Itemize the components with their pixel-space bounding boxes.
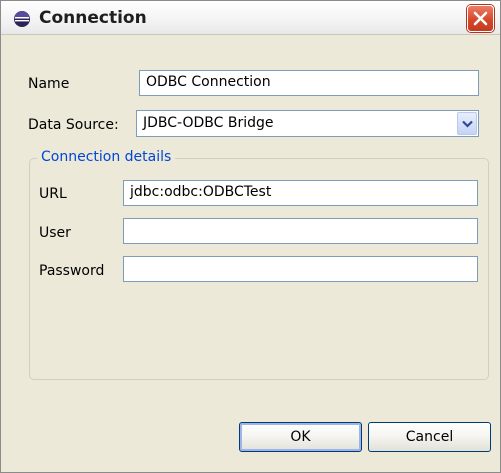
window-title: Connection bbox=[39, 8, 147, 28]
connection-dialog: Connection Name ODBC Connection Data Sou… bbox=[0, 0, 501, 473]
close-button[interactable] bbox=[467, 5, 494, 32]
datasource-value: JDBC-ODBC Bridge bbox=[143, 115, 274, 131]
datasource-label: Data Source: bbox=[28, 117, 119, 133]
ok-button[interactable]: OK bbox=[239, 422, 362, 452]
user-field[interactable] bbox=[123, 218, 478, 244]
cancel-button[interactable]: Cancel bbox=[368, 422, 491, 452]
dropdown-button[interactable] bbox=[457, 112, 477, 135]
name-field[interactable]: ODBC Connection bbox=[139, 70, 479, 96]
name-label: Name bbox=[28, 76, 70, 92]
url-field[interactable]: jdbc:odbc:ODBCTest bbox=[123, 180, 478, 206]
password-label: Password bbox=[39, 263, 105, 279]
title-bar[interactable]: Connection bbox=[1, 1, 500, 35]
chevron-down-icon bbox=[462, 120, 473, 128]
user-label: User bbox=[39, 225, 71, 241]
url-label: URL bbox=[39, 186, 67, 202]
eclipse-icon bbox=[13, 10, 31, 28]
close-icon bbox=[473, 11, 488, 26]
connection-details-legend: Connection details bbox=[37, 149, 176, 165]
datasource-select[interactable]: JDBC-ODBC Bridge bbox=[136, 110, 479, 137]
password-field[interactable] bbox=[123, 256, 478, 282]
